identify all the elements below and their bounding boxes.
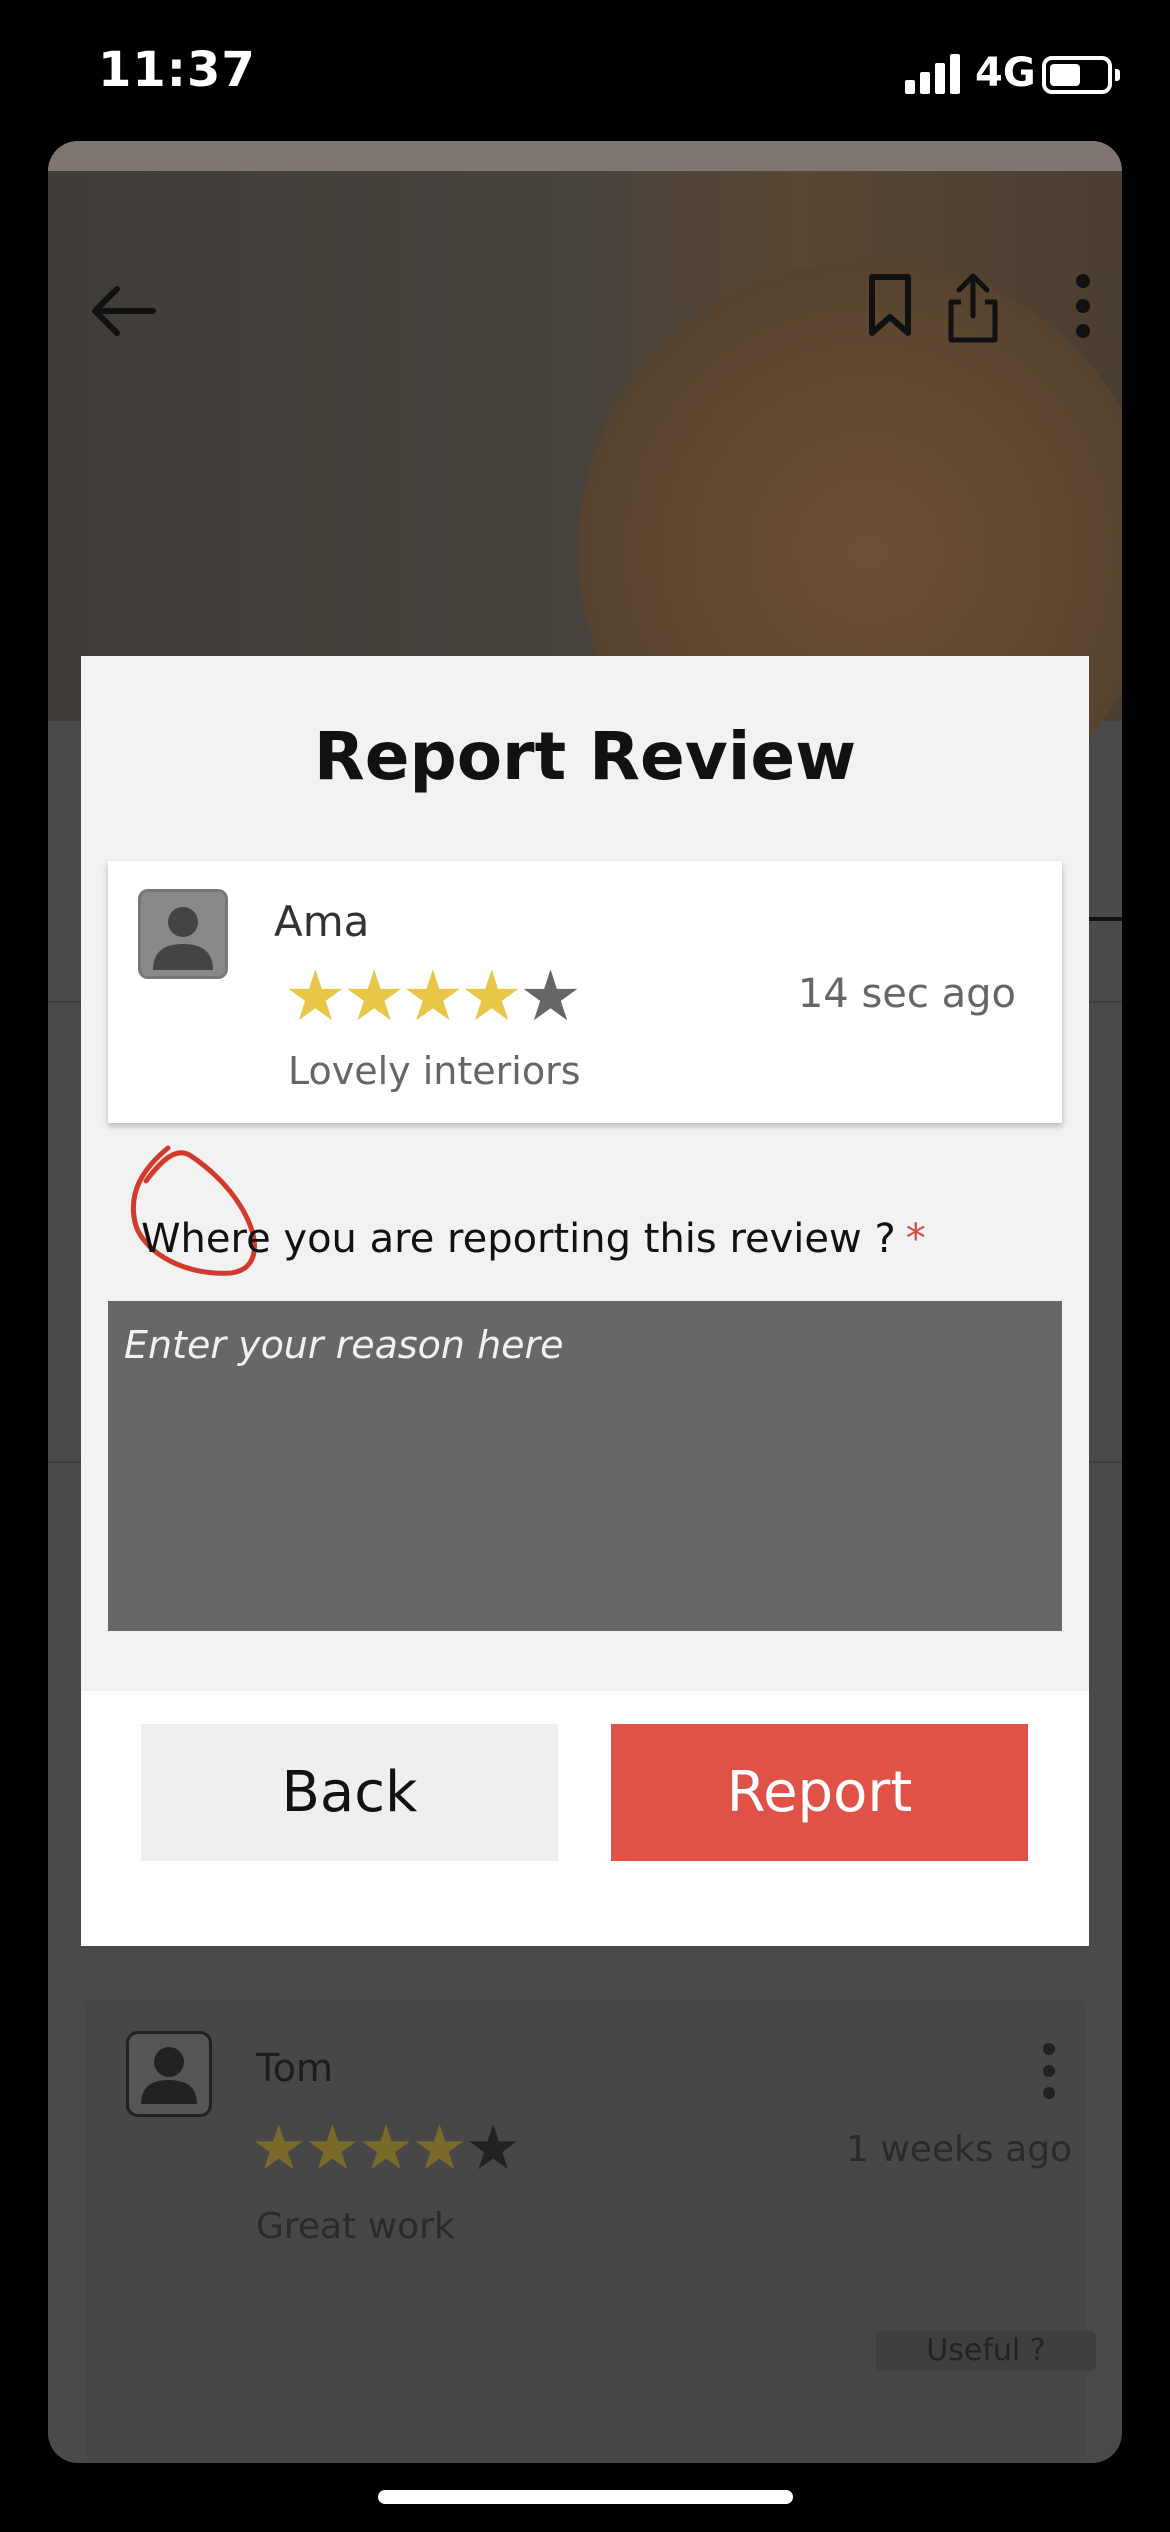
back-button[interactable]: Back xyxy=(141,1724,558,1861)
helpful-button[interactable]: Useful ? xyxy=(876,2331,1096,2371)
reviewer-name: Ama xyxy=(274,897,370,946)
star-empty-icon: ★ xyxy=(519,955,582,1037)
star-filled-icon: ★ xyxy=(401,955,465,1037)
star-filled-icon: ★ xyxy=(251,2111,307,2184)
star-filled-icon: ★ xyxy=(411,2111,468,2184)
star-filled-icon: ★ xyxy=(284,955,347,1037)
share-icon[interactable] xyxy=(943,266,1003,346)
star-empty-icon: ★ xyxy=(465,2111,521,2184)
rating-stars: ★★★★★ xyxy=(251,2111,521,2184)
star-filled-icon: ★ xyxy=(460,955,523,1037)
star-filled-icon: ★ xyxy=(342,955,406,1037)
button-bar: Back Report xyxy=(81,1691,1089,1946)
report-button[interactable]: Report xyxy=(611,1724,1028,1861)
dialog-title: Report Review xyxy=(313,718,857,795)
more-vertical-icon[interactable] xyxy=(1041,2041,1057,2101)
review-card: Ama ★★★★★ 14 sec ago Lovely interiors xyxy=(108,861,1062,1123)
star-filled-icon: ★ xyxy=(358,2111,414,2184)
reason-question-label: Where you are reporting this review ? * xyxy=(141,1216,926,1262)
more-vertical-icon[interactable] xyxy=(1068,271,1098,341)
status-bar: 11:37 4G xyxy=(0,0,1170,140)
hero-image xyxy=(48,141,1122,841)
network-label: 4G xyxy=(975,50,1036,96)
bookmark-icon[interactable] xyxy=(860,271,920,341)
reason-input[interactable] xyxy=(108,1301,1062,1631)
rating-stars: ★★★★★ xyxy=(284,961,582,1031)
required-mark: * xyxy=(905,1216,926,1262)
review-text: Lovely interiors xyxy=(288,1049,581,1093)
review-time: 14 sec ago xyxy=(797,971,1016,1017)
background-review-card: Tom ★★★★★ 1 weeks ago Great work Useful … xyxy=(86,2001,1096,2461)
star-filled-icon: ★ xyxy=(304,2111,361,2184)
reviewer-name: Tom xyxy=(256,2046,334,2090)
report-review-dialog: Report Review Ama ★★★★★ 14 sec ago Lovel… xyxy=(81,656,1089,1946)
avatar xyxy=(126,2031,212,2117)
status-time: 11:37 xyxy=(98,42,256,98)
home-indicator[interactable] xyxy=(378,2490,793,2504)
back-arrow-icon[interactable] xyxy=(83,271,163,351)
review-text: Great work xyxy=(256,2206,455,2247)
signal-icon xyxy=(905,54,961,94)
battery-icon xyxy=(1042,56,1120,94)
avatar xyxy=(138,889,228,979)
review-time: 1 weeks ago xyxy=(846,2129,1073,2170)
